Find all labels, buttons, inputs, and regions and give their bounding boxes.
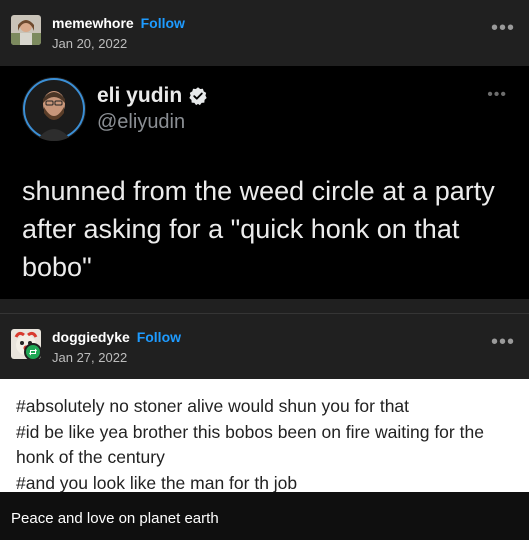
caption-bar: Peace and love on planet earth — [0, 492, 529, 540]
tweet-avatar — [22, 77, 86, 141]
tweet-more-icon: ••• — [487, 86, 507, 103]
post-date[interactable]: Jan 27, 2022 — [52, 350, 127, 365]
username[interactable]: doggiedyke — [52, 329, 130, 345]
more-options-icon[interactable]: ••• — [491, 332, 515, 352]
username[interactable]: memewhore — [52, 15, 134, 31]
reblog-icon — [24, 343, 42, 361]
avatar[interactable] — [11, 15, 41, 45]
tweet-text: shunned from the weed circle at a party … — [22, 176, 495, 282]
caption-text: Peace and love on planet earth — [11, 510, 219, 527]
follow-button[interactable]: Follow — [141, 15, 185, 31]
verified-badge-icon — [189, 87, 207, 106]
tag-line: #absolutely no stoner alive would shun y… — [16, 396, 410, 416]
reblog-body: #absolutely no stoner alive would shun y… — [0, 379, 529, 493]
tag-line: #id be like yea brother this bobos been … — [16, 421, 484, 468]
tag-list: #absolutely no stoner alive would shun y… — [16, 394, 516, 496]
divider — [0, 299, 529, 313]
post-date[interactable]: Jan 20, 2022 — [52, 36, 127, 51]
more-options-icon[interactable]: ••• — [491, 18, 515, 38]
post-header: memewhore Follow Jan 20, 2022 ••• — [0, 0, 529, 67]
tweet-handle: @eliyudin — [97, 111, 186, 133]
follow-button[interactable]: Follow — [137, 329, 181, 345]
reblog-header: doggiedyke Follow Jan 27, 2022 ••• — [0, 313, 529, 380]
tweet-display-name: eli yudin — [97, 84, 183, 107]
